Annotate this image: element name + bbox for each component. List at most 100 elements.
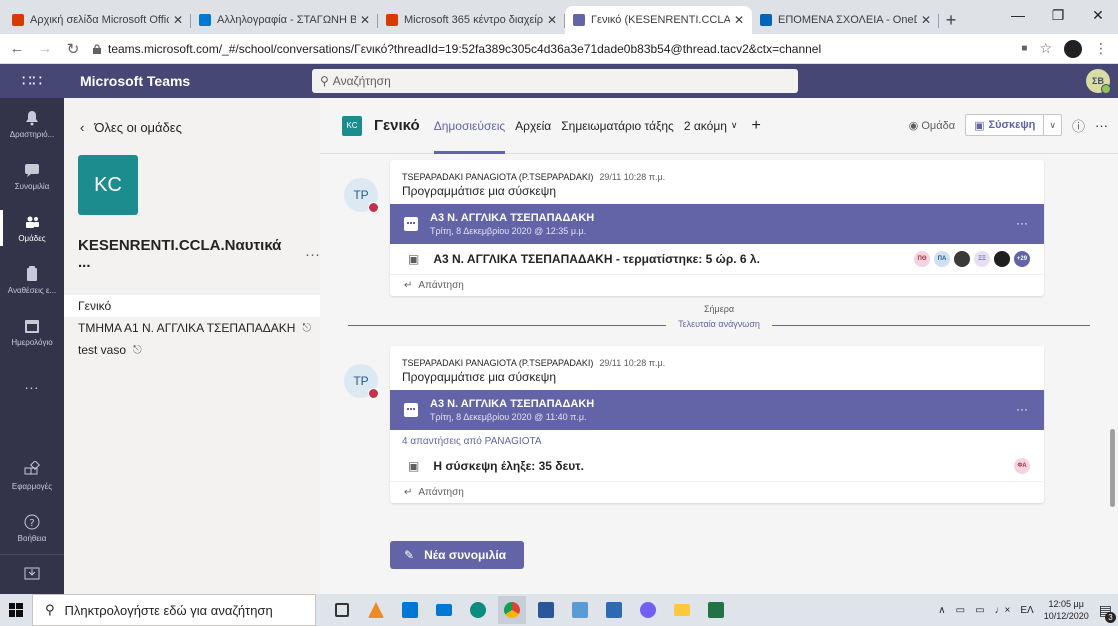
post-timestamp: 29/11 10:28 π.μ. bbox=[599, 358, 666, 368]
taskbar-clock[interactable]: 12:05 μμ 10/12/2020 bbox=[1044, 598, 1089, 622]
info-icon[interactable]: ⓘ bbox=[1072, 116, 1085, 135]
meeting-summary-row[interactable]: ▣ Α3 Ν. ΑΓΓΛΙΚΑ ΤΣΕΠΑΠΑΔΑΚΗ - τερματίστηκ… bbox=[390, 244, 1044, 274]
reply-button[interactable]: ↵ Απάντηση bbox=[390, 274, 1044, 296]
channel-header: KC Γενικό Δημοσιεύσεις Αρχεία Σημειωματάρι… bbox=[320, 98, 1118, 154]
all-teams-back-link[interactable]: ‹ Όλες οι ομάδες bbox=[64, 98, 320, 135]
word-icon[interactable] bbox=[532, 596, 560, 624]
channel-tab-label: Δημοσιεύσεις bbox=[433, 118, 506, 133]
tab-close-icon[interactable]: ✕ bbox=[921, 13, 931, 27]
replies-link[interactable]: 4 απαντήσεις από PANAGIOTA bbox=[390, 430, 1044, 451]
browser-tab[interactable]: Αλληλογραφία - ΣΤΑΓΩΝΗ ΒΑ ✕ bbox=[191, 6, 378, 34]
channel-tab[interactable]: Αρχεία bbox=[515, 98, 551, 154]
channel-item[interactable]: Γενικό bbox=[64, 295, 320, 317]
tab-close-icon[interactable]: ✕ bbox=[734, 13, 744, 27]
meeting-summary-row[interactable]: ▣ Η σύσκεψη έληξε: 35 δευτ. ΦΑ bbox=[390, 451, 1044, 481]
notification-center-icon[interactable]: ▤ 3 bbox=[1099, 602, 1116, 623]
rail-item-label: Ομάδες bbox=[18, 234, 46, 243]
meet-button[interactable]: ▣ Σύσκεψη ∨ bbox=[965, 114, 1062, 136]
rail-item-teams[interactable]: Ομάδες bbox=[0, 202, 64, 254]
tab-close-icon[interactable]: ✕ bbox=[547, 13, 557, 27]
participant-avatar[interactable] bbox=[994, 251, 1010, 267]
close-window-button[interactable]: ✕ bbox=[1078, 0, 1118, 30]
store-icon[interactable] bbox=[396, 596, 424, 624]
mail-icon[interactable] bbox=[430, 596, 458, 624]
team-info-button[interactable]: ◉ Ομάδα bbox=[909, 119, 955, 132]
maximize-button[interactable]: ❐ bbox=[1038, 0, 1078, 30]
add-tab-icon[interactable]: + bbox=[752, 117, 761, 135]
reload-icon[interactable]: ↻ bbox=[62, 40, 84, 58]
browser-tab[interactable]: Αρχική σελίδα Microsoft Office ✕ bbox=[4, 6, 191, 34]
participant-avatar[interactable]: ΠΘ bbox=[914, 251, 930, 267]
rail-item-help[interactable]: ? Βοήθεια bbox=[0, 502, 64, 554]
author-avatar[interactable]: TP bbox=[344, 178, 379, 213]
meeting-card[interactable]: Α3 Ν. ΑΓΓΛΙΚΑ ΤΣΕΠΑΠΑΔΑΚΗ Τρίτη, 8 Δεκεμβ… bbox=[390, 390, 1044, 430]
vlc-icon[interactable] bbox=[362, 596, 390, 624]
meeting-more-options-icon[interactable]: ··· bbox=[1016, 216, 1028, 230]
participant-avatar[interactable] bbox=[954, 251, 970, 267]
new-conversation-button[interactable]: ✎ Νέα συνομιλία bbox=[390, 541, 524, 569]
rail-item-more[interactable]: ... bbox=[0, 358, 64, 410]
browser-tab[interactable]: ΕΠΟΜΕΝΑ ΣΧΟΛΕΙΑ - OneDriv ✕ bbox=[752, 6, 939, 34]
excel-icon[interactable] bbox=[702, 596, 730, 624]
channel-tab[interactable]: Δημοσιεύσεις bbox=[433, 98, 506, 154]
new-tab-button[interactable]: + bbox=[939, 6, 963, 34]
chrome-icon[interactable] bbox=[498, 596, 526, 624]
viber-icon[interactable] bbox=[634, 596, 662, 624]
rail-item-chat[interactable]: Συνομιλία bbox=[0, 150, 64, 202]
user-avatar[interactable]: ΣΒ bbox=[1086, 69, 1111, 94]
participant-avatar[interactable]: ΞΞ bbox=[974, 251, 990, 267]
channel-item[interactable]: ΤΜΗΜΑ Α1 Ν. ΑΓΓΛΙΚΑ ΤΣΕΠΑΠΑΔΑΚΗ ⎋ bbox=[64, 317, 320, 339]
search-input[interactable]: ⚲ Αναζήτηση bbox=[312, 69, 798, 93]
meeting-card[interactable]: Α3 Ν. ΑΓΓΛΙΚΑ ΤΣΕΠΑΠΑΔΑΚΗ Τρίτη, 8 Δεκεμβ… bbox=[390, 204, 1044, 244]
participant-avatar[interactable]: ΠΑ bbox=[934, 251, 950, 267]
meeting-more-options-icon[interactable]: ··· bbox=[1016, 402, 1028, 416]
video-icon: ▣ bbox=[974, 119, 985, 132]
post-author[interactable]: TSEPAPADAKI PANAGIOTA (P.TSEPAPADAKI) bbox=[402, 172, 593, 182]
more-options-icon[interactable]: ··· bbox=[1095, 118, 1108, 133]
teams-taskbar-icon[interactable] bbox=[566, 596, 594, 624]
team-more-options-icon[interactable]: ··· bbox=[305, 246, 320, 263]
rail-item-bell[interactable]: Δραστηριό... bbox=[0, 98, 64, 150]
app-launcher-icon[interactable]: ∷∷ bbox=[0, 71, 64, 91]
browser-profile-avatar[interactable] bbox=[1064, 39, 1082, 58]
language-indicator[interactable]: ΕΛ bbox=[1020, 605, 1033, 616]
participant-initials: ΠΑ bbox=[937, 256, 947, 262]
participant-avatar[interactable]: +29 bbox=[1014, 251, 1030, 267]
app-rail: Δραστηριό... Συνομιλία Ομάδες Αναθέσεις ε..… bbox=[0, 98, 64, 594]
channel-item[interactable]: test vaso ⎋ bbox=[64, 339, 320, 361]
browser-tab[interactable]: Γενικό (KESENRENTI.CCLA.Ναυ ✕ bbox=[565, 6, 752, 34]
volume-icon[interactable]: ♩× bbox=[995, 605, 1011, 616]
channel-tab[interactable]: Σημειωματάριο τάξης bbox=[561, 98, 674, 154]
post-author[interactable]: TSEPAPADAKI PANAGIOTA (P.TSEPAPADAKI) bbox=[402, 358, 593, 368]
edge-icon[interactable] bbox=[464, 596, 492, 624]
channel-tab[interactable]: 2 ακόμη ∨ bbox=[684, 98, 738, 154]
author-avatar[interactable]: TP bbox=[344, 364, 379, 399]
rail-item-assignments[interactable]: Αναθέσεις ε... bbox=[0, 254, 64, 306]
tab-close-icon[interactable]: ✕ bbox=[173, 13, 183, 27]
rail-item-apps[interactable]: Εφαρμογές bbox=[0, 450, 64, 502]
rail-item-download[interactable] bbox=[0, 554, 64, 594]
tray-chevron-up-icon[interactable]: ∧ bbox=[938, 605, 945, 616]
minimize-button[interactable]: — bbox=[998, 0, 1038, 30]
photos-icon[interactable] bbox=[600, 596, 628, 624]
battery-icon[interactable]: ▭ bbox=[975, 605, 984, 616]
back-arrow-icon[interactable]: ← bbox=[6, 40, 28, 57]
url-field[interactable]: teams.microsoft.com/_#/school/conversati… bbox=[92, 38, 1021, 60]
meet-dropdown-chevron-icon[interactable]: ∨ bbox=[1044, 120, 1061, 131]
rail-item-calendar[interactable]: Ημερολόγιο bbox=[0, 306, 64, 358]
bookmark-star-icon[interactable]: ☆ bbox=[1039, 40, 1052, 57]
participant-avatar[interactable]: ΦΑ bbox=[1014, 458, 1030, 474]
task-view-icon[interactable] bbox=[328, 596, 356, 624]
taskbar-search-input[interactable]: ⚲ Πληκτρολογήστε εδώ για αναζήτηση bbox=[32, 594, 316, 626]
browser-menu-icon[interactable]: ⋮ bbox=[1094, 40, 1108, 57]
reply-button[interactable]: ↵ Απάντηση bbox=[390, 481, 1044, 503]
scrollbar-thumb[interactable] bbox=[1110, 429, 1115, 507]
tab-close-icon[interactable]: ✕ bbox=[360, 13, 370, 27]
cast-icon[interactable]: ■ bbox=[1021, 43, 1027, 54]
browser-tab[interactable]: Microsoft 365 κέντρο διαχείρι ✕ bbox=[378, 6, 565, 34]
forward-arrow-icon[interactable]: → bbox=[34, 40, 56, 57]
windows-start-button[interactable] bbox=[0, 603, 32, 617]
tab-favicon-icon bbox=[573, 14, 585, 26]
file-explorer-icon[interactable] bbox=[668, 596, 696, 624]
network-icon[interactable]: ▭ bbox=[956, 605, 965, 616]
